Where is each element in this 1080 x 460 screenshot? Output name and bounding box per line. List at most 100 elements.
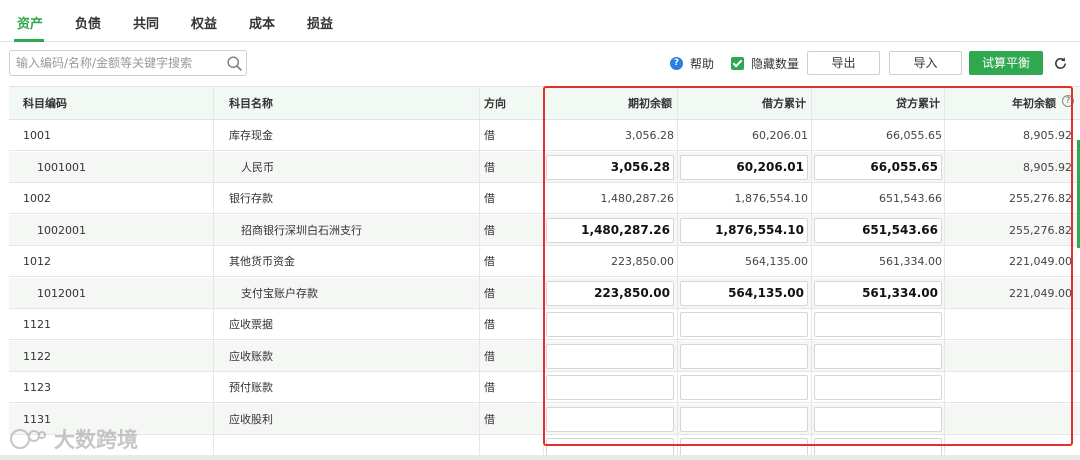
search-icon[interactable] (226, 55, 243, 72)
account-code-cell: 1012 (23, 255, 51, 268)
credit-total-input[interactable] (814, 312, 942, 337)
table-row[interactable]: 1012 其他货币资金 借 223,850.00 564,135.00 561,334.0… (9, 246, 1080, 277)
search-input[interactable] (16, 55, 216, 71)
debit-total-cell: 1,876,554.10 (734, 192, 808, 205)
account-name-cell: 银行存款 (229, 192, 273, 205)
tab-cost[interactable]: 成本 (249, 13, 275, 32)
table-row[interactable]: 1122 应收账款 借 (9, 340, 1080, 372)
column-header-debit-total: 借方累计 (762, 97, 806, 110)
column-divider (677, 86, 678, 456)
account-code-cell: 1012001 (37, 286, 86, 300)
direction-cell: 借 (484, 255, 495, 268)
debit-total-input[interactable]: 60,206.01 (680, 154, 808, 180)
year-start-help-icon[interactable]: ? (1062, 95, 1074, 107)
year-start-balance-cell: 221,049.00 (1009, 255, 1072, 268)
direction-cell: 借 (484, 318, 495, 331)
help-label: 帮助 (690, 56, 715, 71)
debit-total-input[interactable] (680, 312, 808, 337)
credit-total-cell: 651,543.66 (879, 192, 942, 205)
table-row[interactable]: 1121 应收票据 借 (9, 309, 1080, 340)
account-code-cell: 1123 (23, 381, 51, 394)
column-divider (944, 86, 945, 456)
opening-balance-input[interactable]: 3,056.28 (546, 154, 674, 180)
credit-total-input[interactable] (814, 438, 942, 456)
credit-total-input[interactable]: 66,055.65 (814, 154, 942, 180)
credit-total-input[interactable] (814, 343, 942, 369)
tab-liabilities[interactable]: 负债 (75, 13, 101, 32)
table-row[interactable]: 1002 银行存款 借 1,480,287.26 1,876,554.10 651,543… (9, 183, 1080, 214)
opening-balance-input[interactable] (546, 438, 674, 456)
table-row[interactable]: 1123 预付账款 借 (9, 372, 1080, 403)
year-start-balance-cell (946, 372, 1072, 403)
table-row[interactable]: 1001001 人民币 借 3,056.28 60,206.01 66,055.65 8,9… (9, 151, 1080, 183)
tab-equity[interactable]: 权益 (191, 13, 217, 32)
opening-balance-input[interactable]: 223,850.00 (546, 280, 674, 306)
year-start-balance-cell: 255,276.82 (1009, 223, 1072, 237)
column-divider (811, 86, 812, 456)
opening-balance-input[interactable] (546, 312, 674, 337)
opening-balance-input[interactable] (546, 375, 674, 400)
year-start-balance-cell (946, 341, 1072, 372)
year-start-balance-cell: 255,276.82 (1009, 192, 1072, 205)
credit-total-input[interactable] (814, 375, 942, 400)
debit-total-input[interactable]: 564,135.00 (680, 280, 808, 306)
tab-profit-loss[interactable]: 损益 (307, 13, 333, 32)
trial-balance-button[interactable]: 试算平衡 (969, 51, 1043, 75)
refresh-icon[interactable] (1053, 56, 1068, 71)
opening-balance-cell: 3,056.28 (625, 129, 674, 142)
column-header-year-start-balance: 年初余额 (1012, 97, 1056, 110)
tab-assets[interactable]: 资产 (17, 13, 43, 32)
account-code-cell: 1001001 (37, 160, 86, 174)
year-start-balance-cell: 8,905.92 (1023, 160, 1072, 174)
account-name-cell: 人民币 (241, 160, 274, 174)
account-name-cell: 其他货币资金 (229, 255, 295, 268)
credit-total-cell: 66,055.65 (886, 129, 942, 142)
column-header-opening-balance: 期初余额 (628, 97, 672, 110)
hide-quantity-toggle[interactable]: 隐藏数量 (731, 55, 799, 71)
watermark-logo-icon (10, 429, 46, 449)
watermark-text: 大数跨境 (54, 428, 138, 452)
direction-cell: 借 (484, 192, 495, 205)
table-row[interactable]: 1001 库存现金 借 3,056.28 60,206.01 66,055.65 8,905… (9, 120, 1080, 151)
direction-cell: 借 (484, 286, 495, 300)
account-code-cell: 1121 (23, 318, 51, 331)
year-start-balance-cell (946, 404, 1072, 435)
credit-total-input[interactable]: 651,543.66 (814, 217, 942, 243)
table-row[interactable]: 1002001 招商银行深圳白石洲支行 借 1,480,287.26 1,876,554… (9, 214, 1080, 246)
table-row[interactable] (9, 435, 1080, 456)
table-header: 科目编码 科目名称 方向 期初余额 借方累计 贷方累计 年初余额 (9, 86, 1080, 120)
hide-quantity-checkbox[interactable] (731, 56, 744, 70)
account-name-cell: 应收账款 (229, 349, 273, 363)
direction-cell: 借 (484, 160, 495, 174)
help-link[interactable]: ? 帮助 (670, 55, 714, 71)
tab-common[interactable]: 共同 (133, 13, 159, 32)
opening-balance-input[interactable]: 1,480,287.26 (546, 217, 674, 243)
column-header-direction: 方向 (484, 97, 506, 110)
horizontal-scrollbar[interactable] (0, 455, 1080, 460)
debit-total-input[interactable] (680, 375, 808, 400)
direction-cell: 借 (484, 129, 495, 142)
debit-total-input[interactable] (680, 406, 808, 432)
debit-total-cell: 564,135.00 (745, 255, 808, 268)
opening-balance-input[interactable] (546, 406, 674, 432)
credit-total-cell: 561,334.00 (879, 255, 942, 268)
opening-balance-input[interactable] (546, 343, 674, 369)
table-row[interactable]: 1012001 支付宝账户存款 借 223,850.00 564,135.00 561,3… (9, 277, 1080, 309)
credit-total-input[interactable]: 561,334.00 (814, 280, 942, 306)
direction-cell: 借 (484, 381, 495, 394)
debit-total-input[interactable]: 1,876,554.10 (680, 217, 808, 243)
table-row[interactable]: 1131 应收股利借 (9, 403, 1080, 435)
account-code-cell: 1001 (23, 129, 51, 142)
credit-total-input[interactable] (814, 406, 942, 432)
export-button[interactable]: 导出 (807, 51, 880, 75)
debit-total-input[interactable] (680, 438, 808, 456)
column-divider (543, 86, 544, 456)
debit-total-input[interactable] (680, 343, 808, 369)
opening-balance-cell: 1,480,287.26 (600, 192, 674, 205)
account-name-cell (229, 435, 469, 456)
direction-cell: 借 (484, 223, 495, 237)
search-box (9, 50, 247, 76)
year-start-balance-cell: 8,905.92 (1023, 129, 1072, 142)
active-tab-indicator (14, 39, 44, 42)
import-button[interactable]: 导入 (889, 51, 962, 75)
